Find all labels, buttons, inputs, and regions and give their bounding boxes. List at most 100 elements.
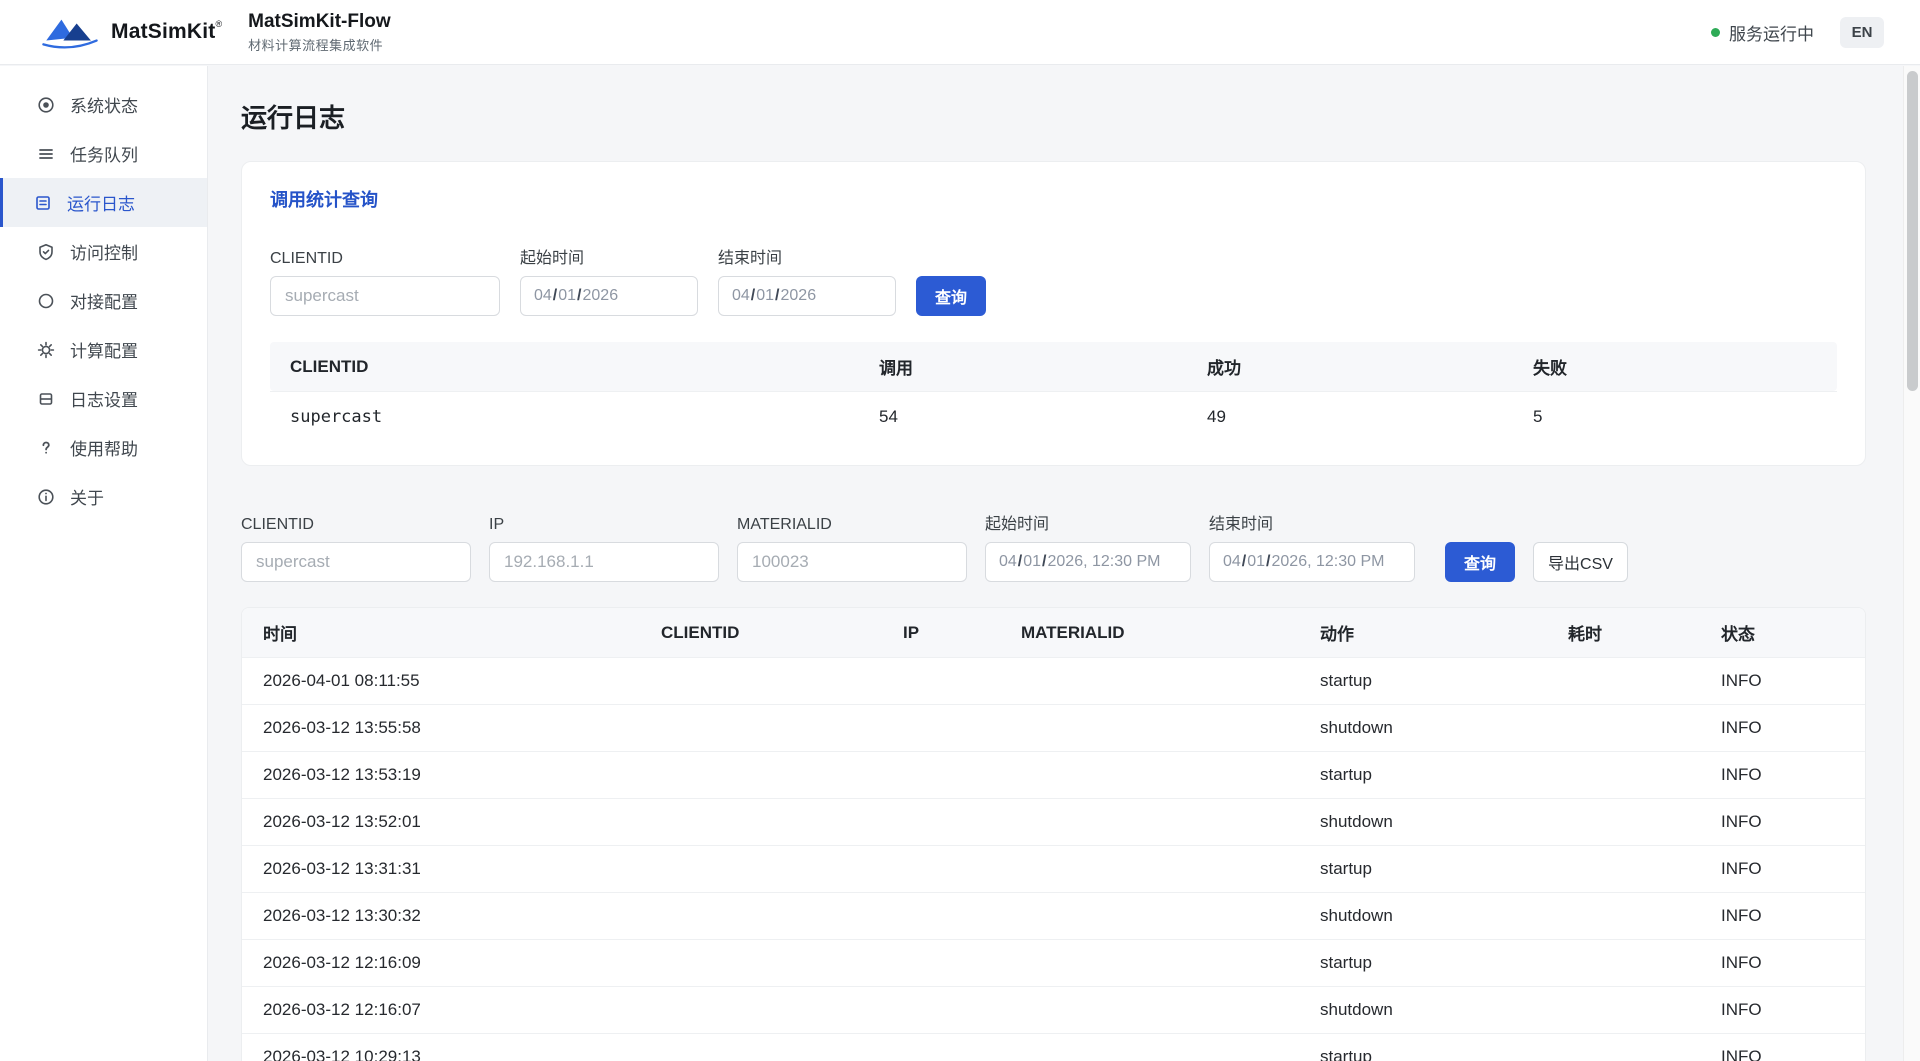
filter-start-datetime-input[interactable]: 04/01/2026, 12:30 PM [985,542,1191,582]
filter-ip-label: IP [489,516,719,534]
date-year: 2026 [781,287,817,305]
date-day: 01 [1247,553,1265,571]
status-dot-icon [37,96,55,114]
cell-status: INFO [1721,1000,1865,1020]
filter-clientid-field: CLIENTID [241,516,471,582]
cell-action: startup [1320,859,1568,879]
table-row: 2026-03-12 10:29:13 startup INFO [242,1033,1865,1061]
sidebar-item-label: 关于 [70,484,104,509]
sidebar-item-label: 任务队列 [70,141,138,166]
log-header-duration: 耗时 [1568,620,1721,645]
gear-icon [37,341,55,359]
table-row: 2026-03-12 13:31:31 startup INFO [242,845,1865,892]
cell-time: 2026-03-12 13:55:58 [242,718,661,738]
filter-materialid-label: MATERIALID [737,516,967,534]
sidebar-item-label: 对接配置 [70,288,138,313]
date-separator: / [751,287,755,305]
stats-cell-clientid: supercast [270,407,879,427]
cell-action: shutdown [1320,1000,1568,1020]
app-header: MatSimKit ® MatSimKit-Flow 材料计算流程集成软件 服务… [0,0,1920,65]
info-icon [37,488,55,506]
filter-end-datetime-label: 结束时间 [1209,510,1415,534]
stats-table-header-row: CLIENTID 调用 成功 失败 [270,342,1837,391]
cell-time: 2026-03-12 10:29:13 [242,1047,661,1061]
filter-materialid-input[interactable] [737,542,967,582]
date-separator: / [1242,553,1246,571]
cell-status: INFO [1721,718,1865,738]
cell-status: INFO [1721,859,1865,879]
filter-clientid-input[interactable] [241,542,471,582]
sidebar-item-connection-config[interactable]: 对接配置 [0,276,207,325]
cell-time: 2026-03-12 13:53:19 [242,765,661,785]
header-right: 服务运行中 EN [1711,17,1884,48]
log-table: 时间 CLIENTID IP MATERIALID 动作 耗时 状态 2026-… [241,607,1866,1061]
table-row: 2026-03-12 12:16:09 startup INFO [242,939,1865,986]
filter-ip-input[interactable] [489,542,719,582]
sidebar-item-label: 运行日志 [67,190,135,215]
sidebar-item-system-status[interactable]: 系统状态 [0,80,207,129]
sidebar-item-label: 访问控制 [70,239,138,264]
cell-status: INFO [1721,812,1865,832]
sidebar-item-about[interactable]: 关于 [0,472,207,521]
stats-end-date-input[interactable]: 04/01/2026 [718,276,896,316]
filter-start-datetime-field: 起始时间 04/01/2026, 12:30 PM [985,510,1191,582]
table-row: 2026-03-12 13:53:19 startup INFO [242,751,1865,798]
date-day: 01 [756,287,774,305]
cell-status: INFO [1721,671,1865,691]
service-status-dot-icon [1711,28,1720,37]
stats-start-date-field: 起始时间 04/01/2026 [520,244,698,316]
stats-header-failed: 失败 [1533,354,1837,379]
export-csv-button[interactable]: 导出CSV [1533,542,1628,582]
app-title: MatSimKit-Flow [248,10,391,33]
app-subtitle: 材料计算流程集成软件 [248,35,391,54]
date-separator: / [553,287,557,305]
log-header-action: 动作 [1320,620,1568,645]
filter-ip-field: IP [489,516,719,582]
cell-time: 2026-04-01 08:11:55 [242,671,661,691]
sidebar-item-log-settings[interactable]: 日志设置 [0,374,207,423]
sidebar-item-help[interactable]: 使用帮助 [0,423,207,472]
sidebar-item-access-control[interactable]: 访问控制 [0,227,207,276]
cell-action: shutdown [1320,812,1568,832]
cell-time: 2026-03-12 13:31:31 [242,859,661,879]
table-row: 2026-03-12 13:52:01 shutdown INFO [242,798,1865,845]
date-separator: / [775,287,779,305]
queue-list-icon [37,145,55,163]
log-settings-icon [37,390,55,408]
stats-cell-failed: 5 [1533,407,1837,427]
matsimkit-logo-icon [39,13,101,51]
language-toggle-button[interactable]: EN [1840,17,1884,48]
cell-action: shutdown [1320,718,1568,738]
date-day: 01 [1023,553,1041,571]
stats-start-date-input[interactable]: 04/01/2026 [520,276,698,316]
cell-action: startup [1320,765,1568,785]
table-row: 2026-03-12 12:16:07 shutdown INFO [242,986,1865,1033]
scrollbar-thumb[interactable] [1907,71,1918,391]
cell-action: startup [1320,953,1568,973]
stats-query-button[interactable]: 查询 [916,276,986,316]
date-month: 04 [732,287,750,305]
date-separator: / [1266,553,1270,571]
log-document-icon [34,194,52,212]
date-year: 2026 [583,287,619,305]
cell-status: INFO [1721,765,1865,785]
log-filter-row: CLIENTID IP MATERIALID 起始时间 04/01/2026, … [241,510,1866,582]
sidebar-item-task-queue[interactable]: 任务队列 [0,129,207,178]
cell-status: INFO [1721,906,1865,926]
filter-end-datetime-input[interactable]: 04/01/2026, 12:30 PM [1209,542,1415,582]
stats-clientid-input[interactable] [270,276,500,316]
stats-cell-calls: 54 [879,407,1207,427]
filter-start-datetime-label: 起始时间 [985,510,1191,534]
vertical-scrollbar[interactable] [1903,66,1920,1061]
date-month: 04 [999,553,1017,571]
date-day: 01 [558,287,576,305]
log-query-button[interactable]: 查询 [1445,542,1515,582]
cell-time: 2026-03-12 12:16:07 [242,1000,661,1020]
table-row: 2026-04-01 08:11:55 startup INFO [242,657,1865,704]
sidebar-item-run-logs[interactable]: 运行日志 [0,178,207,227]
call-stats-card: 调用统计查询 CLIENTID 起始时间 04/01/2026 结束时间 04/… [241,161,1866,466]
service-status-text: 服务运行中 [1729,20,1814,45]
log-header-ip: IP [903,623,1021,643]
cell-time: 2026-03-12 12:16:09 [242,953,661,973]
sidebar-item-compute-config[interactable]: 计算配置 [0,325,207,374]
